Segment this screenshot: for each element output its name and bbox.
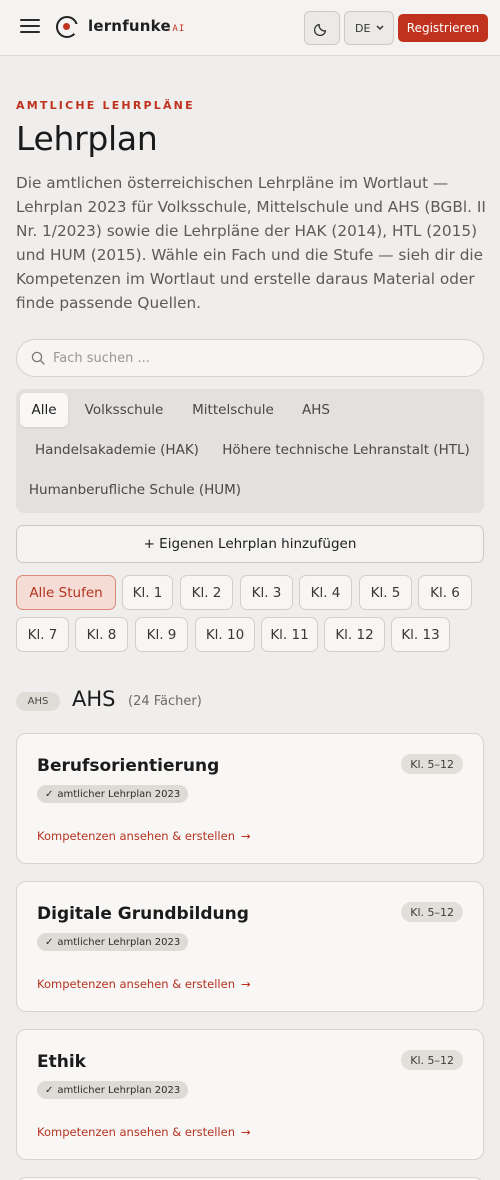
chip-kl-2[interactable]: Kl. 2 [180, 575, 233, 610]
link-label: Kompetenzen ansehen & erstellen [37, 977, 235, 991]
official-badge-label: amtlicher Lehrplan 2023 [57, 936, 181, 948]
tab-volksschule[interactable]: Volksschule [76, 393, 172, 427]
chip-kl-1[interactable]: Kl. 1 [122, 575, 173, 610]
tab-hak[interactable]: Handelsakademie (HAK) [22, 433, 212, 467]
tab-htl[interactable]: Höhere technische Lehranstalt (HTL) [212, 433, 480, 467]
chip-kl-5[interactable]: Kl. 5 [359, 575, 412, 610]
tab-hum[interactable]: Humanberufliche Schule (HUM) [22, 473, 248, 507]
chip-kl-11[interactable]: Kl. 11 [261, 617, 318, 652]
chip-kl-3[interactable]: Kl. 3 [240, 575, 293, 610]
page-title: Lehrplan [16, 119, 158, 158]
view-competencies-link[interactable]: Kompetenzen ansehen & erstellen → [37, 977, 251, 991]
arrow-right-icon: → [240, 829, 251, 843]
hamburger-menu-icon[interactable] [20, 19, 40, 35]
section-badge: AHS [16, 692, 60, 711]
chip-kl-6[interactable]: Kl. 6 [418, 575, 472, 610]
chip-kl-7[interactable]: Kl. 7 [16, 617, 69, 652]
subject-card[interactable]: Ethik Kl. 5–12 ✓ amtlicher Lehrplan 2023 … [16, 1029, 484, 1160]
chip-kl-13[interactable]: Kl. 13 [391, 617, 450, 652]
top-header: lernfunke .AI DE Registrieren [0, 0, 500, 56]
check-icon: ✓ [45, 1084, 54, 1096]
register-button[interactable]: Registrieren [398, 14, 488, 42]
chip-kl-10[interactable]: Kl. 10 [195, 617, 255, 652]
tab-mittelschule[interactable]: Mittelschule [182, 393, 284, 427]
grade-range-badge: Kl. 5–12 [401, 902, 463, 922]
subject-title: Berufsorientierung [37, 756, 220, 776]
chip-kl-12[interactable]: Kl. 12 [324, 617, 385, 652]
search-icon [31, 351, 45, 365]
view-competencies-link[interactable]: Kompetenzen ansehen & erstellen → [37, 1125, 251, 1139]
official-curriculum-badge: ✓ amtlicher Lehrplan 2023 [37, 1081, 189, 1099]
subject-title: Digitale Grundbildung [37, 904, 249, 924]
subject-card[interactable]: Berufsorientierung Kl. 5–12 ✓ amtlicher L… [16, 733, 484, 864]
logo-text[interactable]: lernfunke [88, 17, 171, 35]
chevron-down-icon [376, 25, 384, 31]
intro-description: Die amtlichen österreichischen Lehrpläne… [16, 174, 486, 312]
add-curriculum-button[interactable]: + Eigenen Lehrplan hinzufügen [16, 525, 484, 563]
eyebrow-label: AMTLICHE LEHRPLÄNE [16, 99, 195, 112]
grade-range-badge: Kl. 5–12 [401, 1050, 463, 1070]
school-type-tabs: Alle Volksschule Mittelschule AHS Handel… [16, 389, 484, 513]
arrow-right-icon: → [240, 1125, 251, 1139]
tab-alle[interactable]: Alle [20, 393, 68, 427]
check-icon: ✓ [45, 936, 54, 948]
view-competencies-link[interactable]: Kompetenzen ansehen & erstellen → [37, 829, 251, 843]
subject-title: Ethik [37, 1052, 86, 1072]
section-count: (24 Fächer) [128, 694, 202, 709]
arrow-right-icon: → [240, 977, 251, 991]
official-curriculum-badge: ✓ amtlicher Lehrplan 2023 [37, 933, 189, 951]
logo-suffix: .AI [166, 24, 186, 34]
logo-icon[interactable] [56, 16, 80, 38]
chip-alle-stufen[interactable]: Alle Stufen [16, 575, 116, 610]
grade-range-badge: Kl. 5–12 [401, 754, 463, 774]
language-value: DE [355, 21, 371, 35]
chip-kl-9[interactable]: Kl. 9 [135, 617, 188, 652]
official-badge-label: amtlicher Lehrplan 2023 [57, 1084, 181, 1096]
search-input[interactable] [53, 350, 453, 366]
search-bar [16, 339, 484, 377]
language-select[interactable]: DE [344, 11, 394, 45]
official-curriculum-badge: ✓ amtlicher Lehrplan 2023 [37, 785, 189, 803]
official-badge-label: amtlicher Lehrplan 2023 [57, 788, 181, 800]
section-title: AHS [72, 687, 116, 711]
subject-card[interactable]: Digitale Grundbildung Kl. 5–12 ✓ amtliche… [16, 881, 484, 1012]
chip-kl-8[interactable]: Kl. 8 [75, 617, 128, 652]
theme-toggle-button[interactable] [304, 11, 340, 45]
tab-ahs[interactable]: AHS [292, 393, 340, 427]
link-label: Kompetenzen ansehen & erstellen [37, 829, 235, 843]
link-label: Kompetenzen ansehen & erstellen [37, 1125, 235, 1139]
chip-kl-4[interactable]: Kl. 4 [299, 575, 352, 610]
moon-icon [314, 23, 327, 36]
check-icon: ✓ [45, 788, 54, 800]
